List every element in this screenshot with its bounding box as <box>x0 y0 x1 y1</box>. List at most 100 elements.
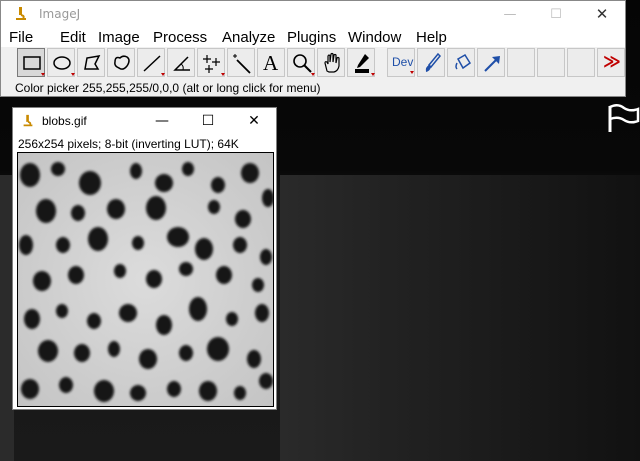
blob <box>68 266 84 284</box>
angle-icon <box>173 56 190 71</box>
blob <box>167 381 181 397</box>
blob <box>211 177 225 193</box>
blob <box>189 297 207 321</box>
imagej-main-window: ImageJ — ☐ ✕ File Edit Image Process Ana… <box>0 0 626 97</box>
blob <box>79 171 101 195</box>
blob <box>87 313 101 329</box>
blob <box>38 340 58 362</box>
blob <box>36 199 56 223</box>
menu-help[interactable]: Help <box>416 28 447 47</box>
menu-bar: File Edit Image Process Analyze Plugins … <box>1 28 625 47</box>
freehand-icon <box>114 55 130 70</box>
zoom-tool[interactable] <box>287 48 315 77</box>
wand-tool[interactable] <box>227 48 255 77</box>
blob <box>20 163 40 187</box>
point-tool[interactable] <box>197 48 225 77</box>
menu-image[interactable]: Image <box>98 28 140 47</box>
blob <box>260 249 272 265</box>
minimize-button[interactable]: — <box>487 1 533 28</box>
maximize-button[interactable]: ☐ <box>533 1 579 28</box>
blob <box>255 304 269 322</box>
polygon-tool[interactable] <box>77 48 105 77</box>
dev-tool[interactable]: Dev <box>387 48 415 77</box>
more-tools-button[interactable]: ≫ <box>597 48 625 77</box>
blob <box>139 349 157 369</box>
blob <box>179 262 193 276</box>
blob <box>19 235 33 255</box>
blob <box>241 163 259 183</box>
blob <box>88 227 108 251</box>
blob <box>130 163 142 179</box>
blob <box>234 386 246 400</box>
brush-tool[interactable] <box>417 48 445 77</box>
blob <box>146 270 162 288</box>
blob <box>155 174 173 192</box>
text-tool[interactable]: A <box>257 48 285 77</box>
blob <box>146 196 166 220</box>
image-minimize-button[interactable]: — <box>140 108 184 134</box>
menu-plugins[interactable]: Plugins <box>287 28 336 47</box>
text-icon: A <box>263 51 279 75</box>
flood-fill-tool[interactable] <box>447 48 475 77</box>
oval-icon <box>53 56 75 76</box>
microscope-icon <box>23 114 33 127</box>
blob <box>216 266 232 284</box>
blob <box>107 199 125 219</box>
oval-tool[interactable] <box>47 48 75 77</box>
flood-fill-icon <box>455 53 472 70</box>
empty-slot-1 <box>507 48 535 77</box>
blob <box>74 344 90 362</box>
menu-file[interactable]: File <box>9 28 33 47</box>
background-window <box>280 175 640 461</box>
line-tool[interactable] <box>137 48 165 77</box>
flag-icon[interactable] <box>604 100 640 136</box>
blob <box>182 162 194 176</box>
arrow-icon <box>484 56 500 72</box>
blob <box>94 380 114 402</box>
blob <box>132 236 144 250</box>
menu-analyze[interactable]: Analyze <box>222 28 275 47</box>
blob <box>56 237 70 253</box>
menu-process[interactable]: Process <box>153 28 207 47</box>
blob <box>130 385 146 401</box>
dev-dropdown-icon <box>410 71 414 74</box>
blob <box>259 373 273 389</box>
close-button[interactable]: ✕ <box>579 1 625 28</box>
arrow-tool[interactable] <box>477 48 505 77</box>
blob <box>56 304 68 318</box>
hand-tool[interactable] <box>317 48 345 77</box>
window-title: ImageJ <box>39 7 81 21</box>
line-icon <box>143 55 165 76</box>
blob <box>59 377 73 393</box>
multipoint-icon <box>203 55 225 76</box>
angle-tool[interactable] <box>167 48 195 77</box>
microscope-icon <box>16 7 26 20</box>
image-maximize-button[interactable]: ☐ <box>186 108 230 134</box>
color-picker-tool[interactable] <box>347 48 375 77</box>
brush-icon <box>425 52 442 72</box>
blob <box>235 210 251 228</box>
wand-icon <box>233 54 251 74</box>
blob <box>167 227 189 247</box>
image-window: blobs.gif — ☐ ✕ 256x254 pixels; 8-bit (i… <box>12 107 277 410</box>
blob <box>51 162 65 176</box>
freehand-tool[interactable] <box>107 48 135 77</box>
empty-slot-3 <box>567 48 595 77</box>
menu-window[interactable]: Window <box>348 28 401 47</box>
blob <box>233 237 247 253</box>
image-close-button[interactable]: ✕ <box>232 108 276 134</box>
image-info: 256x254 pixels; 8-bit (inverting LUT); 6… <box>18 137 239 151</box>
rectangle-tool[interactable] <box>17 48 45 77</box>
blob <box>21 379 39 399</box>
toolbar: A Dev ≫ <box>1 48 625 79</box>
blob <box>156 315 172 335</box>
image-canvas[interactable] <box>17 152 274 407</box>
double-chevron-icon: ≫ <box>603 52 621 72</box>
blob <box>208 200 220 214</box>
dropper-icon <box>355 54 375 76</box>
menu-edit[interactable]: Edit <box>60 28 86 47</box>
status-bar: Color picker 255,255,255/0,0,0 (alt or l… <box>15 81 321 95</box>
image-titlebar: blobs.gif — ☐ ✕ <box>13 108 276 134</box>
rectangle-icon <box>23 56 45 76</box>
blob <box>179 345 193 361</box>
